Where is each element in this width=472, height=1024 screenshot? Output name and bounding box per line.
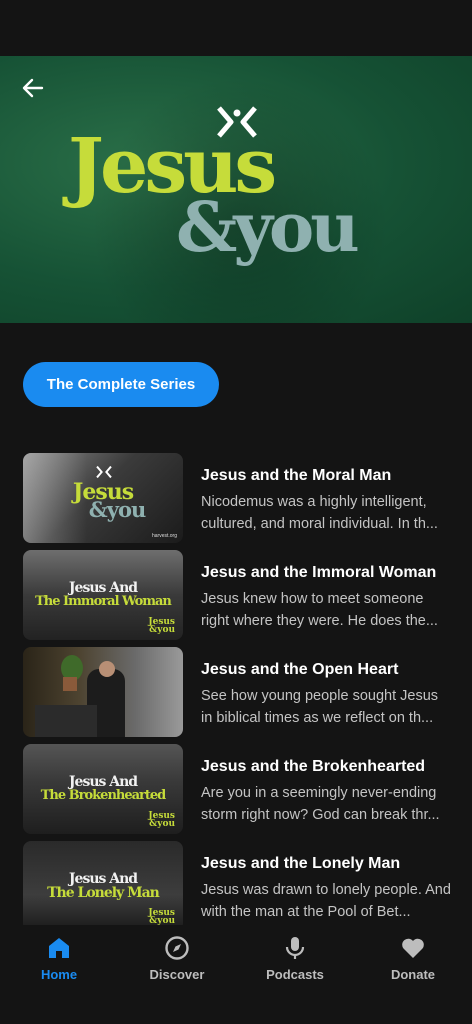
bottom-tab-bar: Home Discover Podcasts Donate (0, 925, 472, 1024)
episode-description: See how young people sought Jesus in bib… (201, 688, 439, 726)
episode-title: Jesus and the Lonely Man (201, 855, 401, 872)
tab-home[interactable]: Home (0, 935, 118, 989)
thumbnail-podium (35, 705, 97, 737)
episode-description: Nicodemus was a highly intelligent, cult… (201, 494, 438, 532)
compass-icon (165, 936, 189, 960)
episode-title: Jesus and the Moral Man (201, 467, 392, 484)
hero-title-line2: &you (176, 188, 360, 268)
episode-thumbnail: Jesus And The Immoral Woman Jesus &you (23, 550, 183, 640)
harvest-logo-icon (96, 465, 112, 479)
tab-donate-label: Donate (390, 967, 436, 982)
thumbnail-title-line2: The Immoral Woman (35, 594, 172, 609)
episode-item[interactable]: Jesus &you harvest.org Jesus and the Mor… (0, 453, 472, 543)
thumbnail-title-line2: The Lonely Man (47, 885, 160, 901)
episode-description: Jesus knew how to meet someone right whe… (201, 591, 438, 629)
thumbnail-title-line2: &you (88, 497, 146, 522)
tab-podcasts[interactable]: Podcasts (236, 935, 354, 989)
tab-podcasts-label: Podcasts (266, 967, 324, 982)
episode-thumbnail: Jesus And The Brokenhearted Jesus &you (23, 744, 183, 834)
thumbnail-series-mark: Jesus &you (148, 908, 175, 926)
episode-item[interactable]: Jesus And The Immoral Woman Jesus &you Je… (0, 550, 472, 640)
episode-title: Jesus and the Brokenhearted (201, 758, 426, 775)
thumbnail-title-line2: The Brokenhearted (40, 788, 167, 803)
episode-title: Jesus and the Open Heart (201, 661, 399, 678)
episode-thumbnail (23, 647, 183, 737)
tab-donate[interactable]: Donate (354, 935, 472, 989)
series-hero-banner: Jesus &you (0, 56, 472, 323)
episode-description: Jesus was drawn to lonely people. And wi… (201, 882, 451, 920)
tab-discover[interactable]: Discover (118, 935, 236, 989)
microphone-icon (285, 937, 305, 959)
thumbnail-series-mark: Jesus &you (148, 811, 175, 829)
episode-item[interactable]: Jesus and the Open Heart See how young p… (0, 647, 472, 737)
episode-list: Jesus &you harvest.org Jesus and the Mor… (0, 453, 472, 925)
complete-series-button[interactable]: The Complete Series (23, 362, 219, 407)
episode-description: Are you in a seemingly never-ending stor… (201, 785, 440, 823)
episode-thumbnail: Jesus &you harvest.org (23, 453, 183, 543)
episode-item[interactable]: Jesus And The Lonely Man Jesus &you Jesus… (0, 841, 472, 925)
back-button[interactable] (18, 74, 48, 102)
episode-thumbnail: Jesus And The Lonely Man Jesus &you (23, 841, 183, 925)
episode-item[interactable]: Jesus And The Brokenhearted Jesus &you Je… (0, 744, 472, 834)
thumbnail-speaker-head (99, 661, 115, 677)
thumbnail-pot (63, 677, 77, 691)
episode-title: Jesus and the Immoral Woman (201, 564, 437, 581)
home-icon (49, 938, 69, 958)
tab-discover-label: Discover (149, 967, 205, 982)
thumbnail-series-mark: Jesus &you (148, 617, 175, 635)
status-bar (0, 0, 472, 56)
back-arrow-icon (22, 78, 44, 98)
thumbnail-caption: harvest.org (151, 533, 177, 539)
tab-home-label: Home (40, 967, 78, 982)
heart-icon (402, 938, 424, 958)
